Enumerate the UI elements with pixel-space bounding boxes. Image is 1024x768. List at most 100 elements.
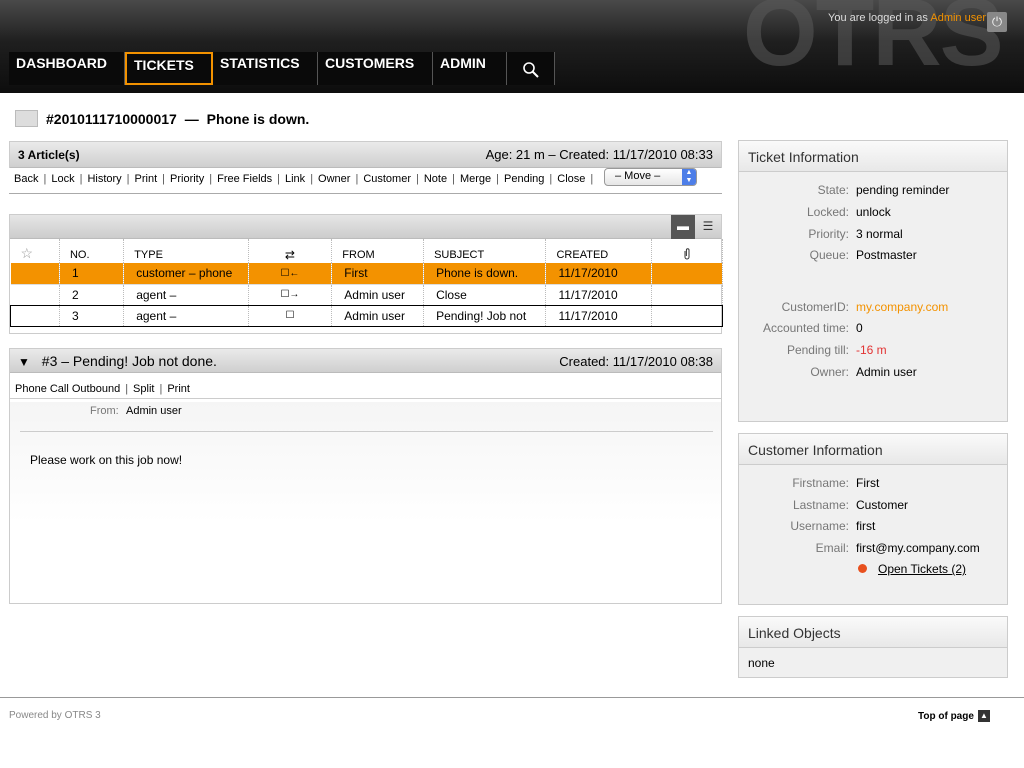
linked-objects-panel: Linked Objects none xyxy=(738,616,1008,678)
article-table: ☆ NO. TYPE ⇄ FROM SUBJECT CREATED 1 cust… xyxy=(10,239,724,327)
row-subject: Close xyxy=(423,283,547,305)
list-view-icon[interactable]: ▬ xyxy=(671,215,695,239)
priority-value: 3 normal xyxy=(856,227,903,241)
title-separator: — xyxy=(184,110,199,127)
accounted-time-value: 0 xyxy=(856,321,863,335)
priority-label: Priority: xyxy=(808,227,849,241)
article-created: Created: 11/17/2010 08:38 xyxy=(559,354,713,369)
nav-tickets[interactable]: TICKETS xyxy=(125,52,213,85)
select-arrows-icon: ▲ ▼ xyxy=(682,169,696,185)
action-phone-call-outbound[interactable]: Phone Call Outbound xyxy=(15,383,120,395)
direction-in-icon: ☐← xyxy=(248,263,333,284)
owner-value: Admin user xyxy=(856,365,917,379)
row-no: 3 xyxy=(59,304,125,327)
action-print-article[interactable]: Print xyxy=(167,383,190,395)
table-row[interactable]: 2 agent – ☐→ Admin user Close 11/17/2010 xyxy=(10,283,724,305)
email-value: first@my.company.com xyxy=(856,541,980,555)
power-icon[interactable]: ⏻ xyxy=(987,12,1007,32)
action-lock[interactable]: Lock xyxy=(51,173,74,185)
preview-view-icon[interactable]: ☰ xyxy=(696,215,720,239)
column-from[interactable]: FROM xyxy=(331,239,425,263)
customer-information-panel: Customer Information Firstname: First Las… xyxy=(738,433,1008,605)
row-created: 11/17/2010 xyxy=(545,283,652,305)
action-back[interactable]: Back xyxy=(14,173,38,185)
row-subject: Pending! Job not xyxy=(423,304,547,327)
queue-label: Queue: xyxy=(809,248,849,262)
article-detail-title: #3 – Pending! Job not done. xyxy=(41,353,217,369)
column-type[interactable]: TYPE xyxy=(123,239,249,263)
state-label: State: xyxy=(817,183,849,197)
action-link[interactable]: Link xyxy=(285,173,305,185)
action-customer[interactable]: Customer xyxy=(363,173,411,185)
username-label: Username: xyxy=(790,519,849,533)
direction-icon[interactable]: ⇄ xyxy=(248,239,333,263)
nav-admin[interactable]: ADMIN xyxy=(433,52,507,85)
column-subject[interactable]: SUBJECT xyxy=(423,239,547,263)
action-free-fields[interactable]: Free Fields xyxy=(217,173,272,185)
accounted-time-label: Accounted time: xyxy=(762,321,849,335)
action-owner[interactable]: Owner xyxy=(318,173,350,185)
footer-divider xyxy=(0,697,1024,698)
collapse-triangle-icon[interactable]: ▼ xyxy=(18,355,30,369)
page-title: #2010111710000017 — Phone is down. xyxy=(46,111,309,127)
customerid-link[interactable]: my.company.com xyxy=(856,300,948,314)
row-created: 11/17/2010 xyxy=(545,304,652,327)
owner-label: Owner: xyxy=(810,365,849,379)
action-priority[interactable]: Priority xyxy=(170,173,204,185)
ticket-information-panel: Ticket Information State: pending reminde… xyxy=(738,140,1008,422)
header-bar: OTRS You are logged in as Admin user ⏻ D… xyxy=(0,0,1024,93)
column-created[interactable]: CREATED xyxy=(545,239,652,263)
powered-by: Powered by OTRS 3 xyxy=(9,710,101,721)
row-from: Admin user xyxy=(331,304,425,327)
login-prefix: You are logged in as xyxy=(828,12,928,24)
search-icon[interactable] xyxy=(507,52,555,85)
nav-statistics[interactable]: STATISTICS xyxy=(213,52,318,85)
table-row[interactable]: 1 customer – phone ☐← First Phone is dow… xyxy=(10,263,724,284)
ticket-priority-icon xyxy=(15,110,38,127)
linked-objects-value: none xyxy=(748,656,775,670)
action-close[interactable]: Close xyxy=(557,173,585,185)
move-queue-select[interactable]: – Move – ▲ ▼ xyxy=(604,168,697,186)
login-info: You are logged in as Admin user xyxy=(828,12,986,24)
row-from: Admin user xyxy=(331,283,425,305)
row-no: 1 xyxy=(59,263,125,284)
row-type: agent – xyxy=(123,283,249,305)
arrow-up-icon: ▲ xyxy=(977,710,990,722)
top-of-page-link[interactable]: Top of page ▲ xyxy=(918,710,990,722)
article-list-toolbar: ▬ ☰ xyxy=(10,215,721,239)
article-count: 3 Article(s) xyxy=(18,148,80,162)
table-row[interactable]: 3 agent – ☐ Admin user Pending! Job not … xyxy=(10,304,724,327)
panel-heading: Customer Information xyxy=(739,434,1007,465)
username-value: first xyxy=(856,519,876,533)
ticket-number: #2010111710000017 xyxy=(46,110,177,127)
firstname-value: First xyxy=(856,476,880,490)
open-tickets-link[interactable]: Open Tickets (2) xyxy=(878,562,966,576)
state-value: pending reminder xyxy=(856,183,950,197)
article-detail-header[interactable]: ▼ #3 – Pending! Job not done. Created: 1… xyxy=(10,349,721,373)
queue-value: Postmaster xyxy=(856,248,917,262)
customerid-label: CustomerID: xyxy=(781,300,849,314)
direction-internal-icon: ☐ xyxy=(248,304,333,327)
pending-till-label: Pending till: xyxy=(786,343,849,357)
ticket-subject: Phone is down. xyxy=(206,110,310,127)
action-history[interactable]: History xyxy=(87,173,121,185)
nav-customers[interactable]: CUSTOMERS xyxy=(318,52,433,85)
move-select-value: – Move – xyxy=(615,170,661,182)
attachment-icon[interactable] xyxy=(651,239,724,263)
row-no: 2 xyxy=(59,283,125,305)
nav-dashboard[interactable]: DASHBOARD xyxy=(9,52,125,85)
article-action-bar: Phone Call Outbound | Split | Print xyxy=(10,373,721,399)
row-created: 11/17/2010 xyxy=(545,263,652,284)
action-pending[interactable]: Pending xyxy=(504,173,544,185)
action-print[interactable]: Print xyxy=(135,173,158,185)
action-note[interactable]: Note xyxy=(424,173,447,185)
article-list: ▬ ☰ ☆ NO. TYPE ⇄ FROM SUBJECT CREATED 1 … xyxy=(9,214,724,334)
action-split[interactable]: Split xyxy=(133,383,154,395)
star-icon[interactable]: ☆ xyxy=(10,239,60,263)
lastname-label: Lastname: xyxy=(792,498,849,512)
article-detail: ▼ #3 – Pending! Job not done. Created: 1… xyxy=(9,348,722,604)
column-no[interactable]: NO. xyxy=(59,239,125,263)
logged-in-user-link[interactable]: Admin user xyxy=(930,12,986,24)
row-type: customer – phone xyxy=(123,263,249,284)
action-merge[interactable]: Merge xyxy=(460,173,491,185)
